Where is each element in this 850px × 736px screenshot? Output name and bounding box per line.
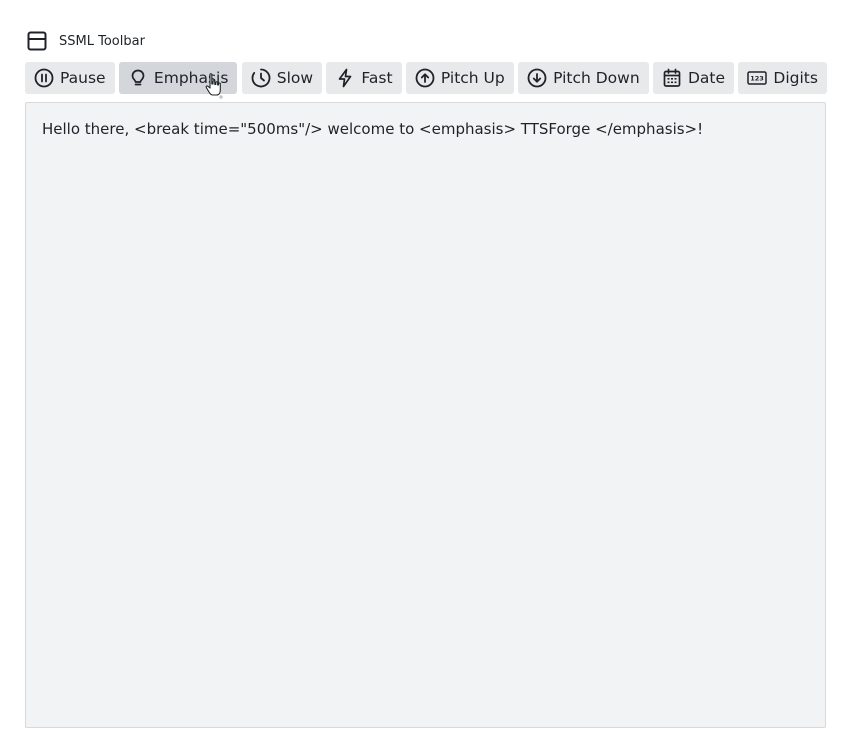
pause-circle-icon: [34, 68, 60, 88]
date-button[interactable]: Date: [653, 62, 735, 94]
digits-label: Digits: [773, 69, 818, 87]
pause-label: Pause: [60, 69, 106, 87]
fast-label: Fast: [361, 69, 393, 87]
toolbar-title: SSML Toolbar: [59, 33, 145, 49]
pitch-up-label: Pitch Up: [440, 69, 505, 87]
slow-button[interactable]: Slow: [241, 62, 323, 94]
calendar-icon: [662, 68, 688, 88]
lightning-icon: [335, 68, 361, 88]
toolbar-header: SSML Toolbar: [27, 31, 145, 51]
emphasis-button[interactable]: Emphasis: [118, 62, 238, 94]
ssml-toolbar: Pause Emphasis Slow Fast Pitch Up Pitch …: [25, 62, 827, 94]
pitch-up-button[interactable]: Pitch Up: [405, 62, 514, 94]
arrow-down-circle-icon: [527, 68, 553, 88]
pitch-down-button[interactable]: Pitch Down: [518, 62, 649, 94]
pitch-down-label: Pitch Down: [553, 69, 640, 87]
date-label: Date: [688, 69, 726, 87]
clock-icon: [251, 68, 277, 88]
lightbulb-icon: [128, 68, 154, 88]
arrow-up-circle-icon: [415, 68, 441, 88]
slow-label: Slow: [276, 69, 314, 87]
digits-icon: 123: [747, 68, 773, 88]
digits-button[interactable]: 123 Digits: [738, 62, 827, 94]
emphasis-label: Emphasis: [153, 69, 229, 87]
ssml-editor[interactable]: Hello there, <break time="500ms"/> welco…: [25, 102, 826, 728]
editor-content[interactable]: Hello there, <break time="500ms"/> welco…: [42, 119, 809, 139]
fast-button[interactable]: Fast: [326, 62, 402, 94]
panel-icon: [27, 31, 47, 51]
svg-text:123: 123: [751, 75, 765, 83]
pause-button[interactable]: Pause: [25, 62, 115, 94]
